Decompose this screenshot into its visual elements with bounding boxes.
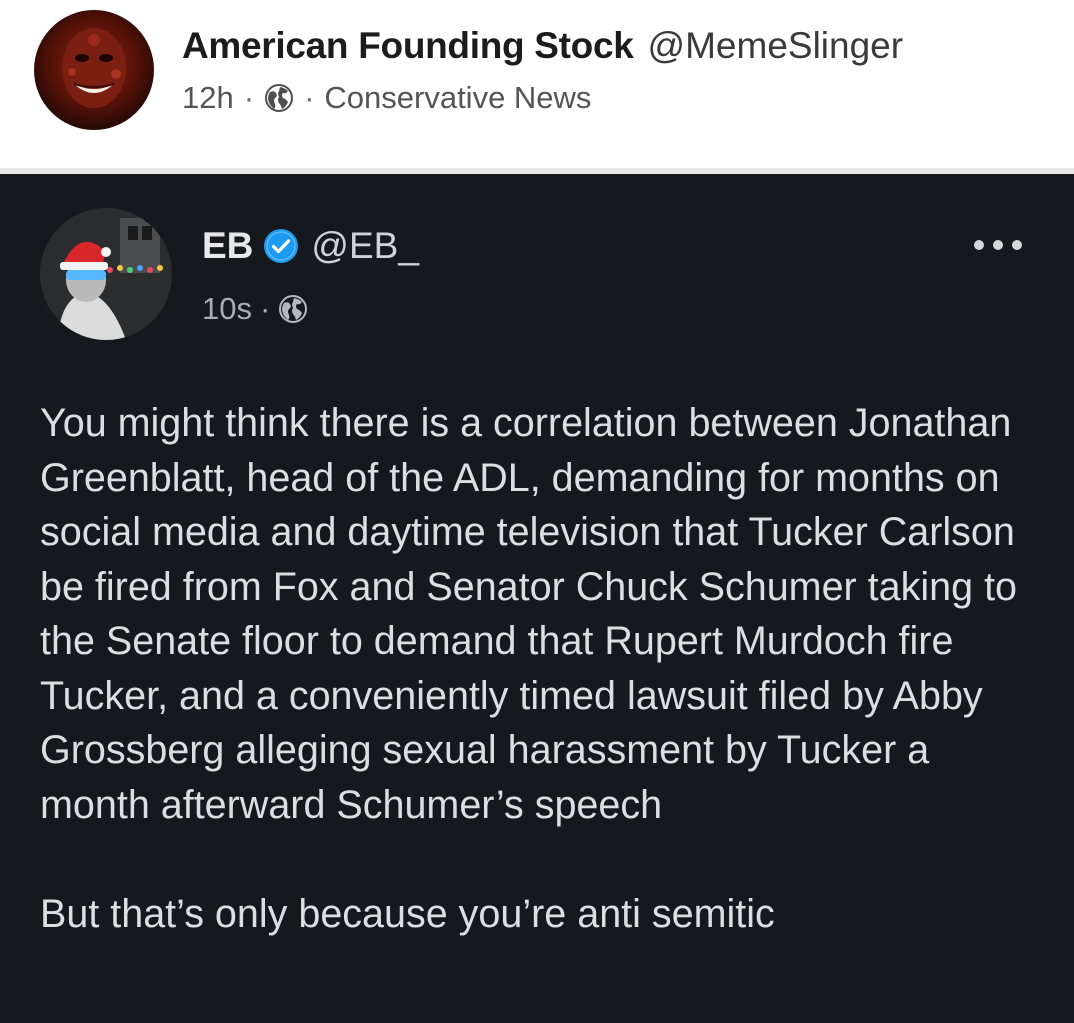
post-meta: 12h · · Conservative News bbox=[182, 79, 591, 117]
tweet-author-name[interactable]: EB bbox=[202, 225, 253, 266]
tweet-paragraph: You might think there is a correlation b… bbox=[40, 401, 1018, 827]
tweet-paragraph: But that’s only because you’re anti semi… bbox=[40, 892, 775, 936]
group-name[interactable]: Conservative News bbox=[324, 80, 591, 115]
globe-icon bbox=[278, 294, 308, 324]
globe-icon bbox=[264, 83, 294, 113]
embedded-tweet: EB @EB_ 10s · You might think there is a c… bbox=[0, 174, 1074, 1023]
tweet-author-avatar[interactable] bbox=[40, 208, 172, 340]
meta-separator: · bbox=[243, 80, 255, 115]
author-handle[interactable]: @MemeSlinger bbox=[648, 25, 904, 66]
meta-separator: · bbox=[259, 291, 271, 326]
tweet-author-handle[interactable]: @EB_ bbox=[311, 225, 419, 266]
author-name[interactable]: American Founding Stock bbox=[182, 25, 634, 66]
author-line: American Founding Stock @MemeSlinger bbox=[182, 24, 903, 68]
tweet-meta: 10s · bbox=[202, 290, 308, 328]
tweet-time[interactable]: 10s bbox=[202, 291, 252, 326]
tweet-author-line: EB @EB_ bbox=[202, 224, 419, 268]
verified-badge-icon bbox=[263, 228, 299, 264]
tweet-avatar-image bbox=[40, 208, 172, 340]
meta-separator: · bbox=[304, 80, 315, 115]
avatar-image bbox=[62, 28, 126, 108]
page: American Founding Stock @MemeSlinger 12h ·… bbox=[0, 0, 1074, 1023]
author-avatar[interactable] bbox=[34, 10, 154, 130]
post-header: American Founding Stock @MemeSlinger 12h ·… bbox=[0, 0, 1074, 168]
more-options-icon[interactable] bbox=[970, 230, 1026, 258]
post-time[interactable]: 12h bbox=[182, 80, 234, 115]
tweet-text: You might think there is a correlation b… bbox=[40, 396, 1040, 942]
